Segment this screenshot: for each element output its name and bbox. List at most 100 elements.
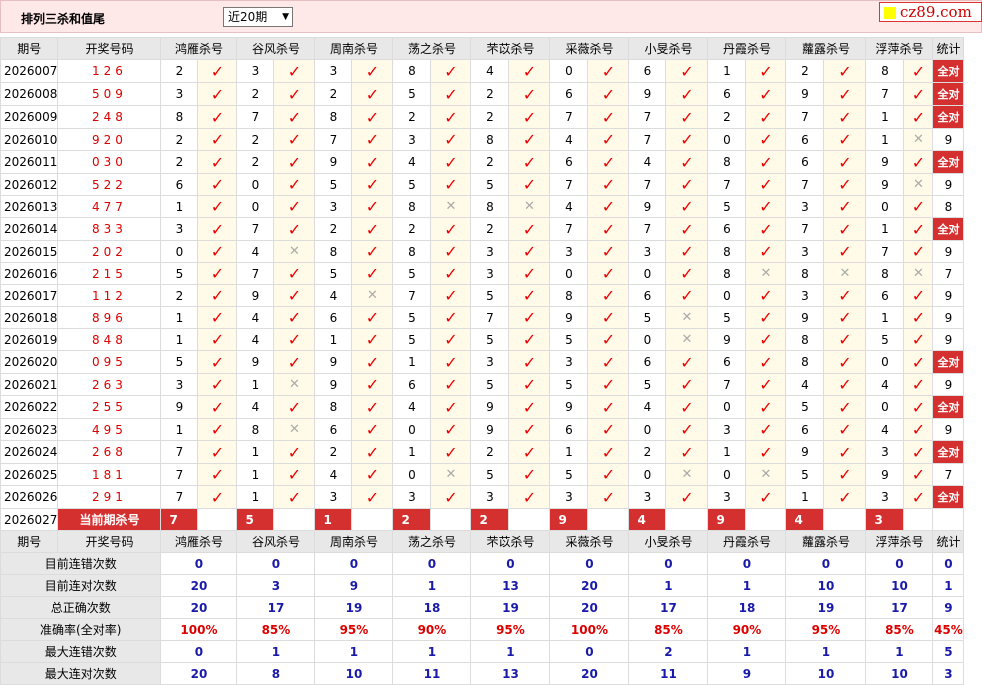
stats-value: 10 <box>865 574 934 597</box>
kill-number-cell: 7 <box>628 128 667 151</box>
result-cell: ✓ <box>587 306 630 329</box>
kill-number-cell: 6 <box>865 284 905 307</box>
result-cell: ✓ <box>197 82 238 106</box>
check-icon: ✓ <box>838 420 852 439</box>
check-icon: ✓ <box>601 352 616 372</box>
table-row: 2026024 268 7 ✓ 1 ✓ 2 ✓ 1 ✓ 2 ✓ 1 ✓ 2 ✓ 1 ✓ 9 ✓ 3 ✓ 全对 <box>0 440 965 464</box>
period-select[interactable]: 近20期 ▼ <box>223 7 293 27</box>
site-logo[interactable]: cz89.com <box>879 2 982 22</box>
kill-number-cell: 8 <box>160 105 199 129</box>
stats-value: 95% <box>785 618 867 641</box>
column-header: 鸿雁杀号 <box>160 37 238 60</box>
kill-number-cell: 8 <box>314 240 353 263</box>
kill-number-cell: 3 <box>865 485 905 509</box>
result-cell: ✓ <box>587 418 630 441</box>
stat-cell: 全对 <box>932 350 965 374</box>
kill-number-cell: 0 <box>236 195 275 218</box>
result-cell: ✓ <box>665 128 709 151</box>
stats-value: 20 <box>160 574 238 597</box>
kill-number-cell: 8 <box>314 105 353 129</box>
result-cell: ✓ <box>665 350 709 374</box>
cross-icon: ✕ <box>681 467 693 482</box>
check-icon: ✓ <box>601 219 616 239</box>
kill-number-cell: 9 <box>314 150 353 174</box>
current-pick-cell: 2 <box>470 508 510 531</box>
check-icon: ✓ <box>210 264 225 283</box>
kill-number-cell: 9 <box>707 328 747 351</box>
kill-number-cell: 3 <box>549 240 589 263</box>
check-icon: ✓ <box>365 61 380 81</box>
cross-icon: ✕ <box>289 422 300 437</box>
kill-number-cell: 0 <box>160 240 199 263</box>
check-icon: ✓ <box>838 242 852 261</box>
stats-value: 1 <box>628 574 709 597</box>
stat-value: 全对 <box>933 218 963 240</box>
kill-number-cell: 3 <box>785 195 825 218</box>
check-icon: ✓ <box>911 442 926 462</box>
result-cell: ✓ <box>351 217 394 241</box>
result-cell: ✕ <box>430 463 472 486</box>
empty-cell <box>932 508 965 531</box>
kill-number-cell: 8 <box>707 150 747 174</box>
column-header: 开奖号码 <box>57 37 162 60</box>
result-cell: ✓ <box>903 373 934 396</box>
check-icon: ✓ <box>759 197 773 216</box>
issue-cell: 2026023 <box>0 418 59 441</box>
stats-label: 最大连对次数 <box>0 662 162 685</box>
result-cell: ✓ <box>351 485 394 509</box>
check-icon: ✓ <box>759 175 773 194</box>
kill-number-cell: 3 <box>785 284 825 307</box>
stat-value: 9 <box>944 177 953 192</box>
check-icon: ✓ <box>522 352 537 372</box>
check-icon: ✓ <box>911 487 926 507</box>
kill-number-cell: 2 <box>470 105 510 129</box>
result-cell: ✓ <box>273 217 316 241</box>
check-icon: ✓ <box>838 61 852 81</box>
check-icon: ✓ <box>838 84 852 104</box>
check-icon: ✓ <box>680 107 694 127</box>
check-icon: ✓ <box>210 487 225 507</box>
result-cell: ✓ <box>665 82 709 106</box>
kill-number-cell: 7 <box>785 217 825 241</box>
result-cell: ✓ <box>587 240 630 263</box>
stats-row: 准确率(全对率) 100% 85% 95% 90% 95% 100% 85% 90% 95% 85%… <box>0 618 965 641</box>
kill-number-cell: 9 <box>470 418 510 441</box>
stat-cell: 全对 <box>932 217 965 241</box>
kill-number-cell: 1 <box>160 328 199 351</box>
result-cell: ✕ <box>745 463 787 486</box>
check-icon: ✓ <box>210 219 225 239</box>
result-cell: ✓ <box>745 240 787 263</box>
result-cell: ✓ <box>273 485 316 509</box>
kill-number-cell: 3 <box>392 485 432 509</box>
check-icon: ✓ <box>365 487 380 507</box>
issue-cell: 2026015 <box>0 240 59 263</box>
result-cell: ✓ <box>587 395 630 419</box>
stat-value: 9 <box>944 132 953 147</box>
draw-number-cell: 030 <box>57 150 162 174</box>
check-icon: ✓ <box>444 397 458 417</box>
stats-row: 总正确次数 20 17 19 18 19 20 17 18 19 17 9 <box>0 596 965 619</box>
result-cell: ✓ <box>823 328 867 351</box>
kill-number-cell: 4 <box>628 150 667 174</box>
stats-value: 1 <box>392 574 472 597</box>
result-cell: ✓ <box>587 217 630 241</box>
check-icon: ✓ <box>210 175 225 194</box>
result-cell: ✓ <box>273 306 316 329</box>
empty-cell <box>823 508 867 531</box>
kill-number-cell: 0 <box>392 418 432 441</box>
kill-number-cell: 0 <box>707 395 747 419</box>
table-row: 2026008 509 3 ✓ 2 ✓ 2 ✓ 5 ✓ 2 ✓ 6 ✓ 9 ✓ 6 ✓ 9 ✓ 7 ✓ 全对 <box>0 82 965 106</box>
check-icon: ✓ <box>522 61 537 81</box>
current-pick-cell: 3 <box>865 508 905 531</box>
check-icon: ✓ <box>210 197 225 216</box>
check-icon: ✓ <box>365 242 380 261</box>
stats-value: 95% <box>314 618 394 641</box>
result-cell: ✓ <box>508 440 551 464</box>
stats-value: 0 <box>160 640 238 663</box>
kill-number-cell: 3 <box>236 59 275 83</box>
result-cell: ✕ <box>351 284 394 307</box>
cross-icon: ✕ <box>913 132 924 147</box>
check-icon: ✓ <box>838 197 852 216</box>
result-cell: ✓ <box>665 262 709 285</box>
result-cell: ✓ <box>745 350 787 374</box>
